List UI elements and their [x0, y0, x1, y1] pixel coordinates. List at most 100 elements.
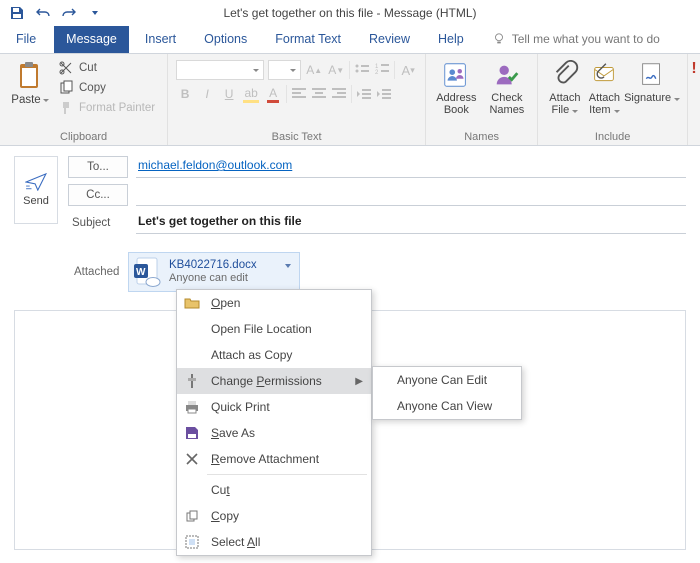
- to-field[interactable]: michael.feldon@outlook.com: [136, 156, 686, 178]
- grow-font-button[interactable]: A▲: [305, 60, 323, 80]
- save-as-icon: [183, 424, 201, 442]
- title-bar: Let's get together on this file - Messag…: [0, 0, 700, 26]
- align-right-icon[interactable]: [331, 86, 347, 102]
- paintbrush-icon: [58, 100, 74, 116]
- highlight-button[interactable]: ab: [242, 84, 260, 104]
- ctx-quick-print[interactable]: Quick Print: [177, 394, 371, 420]
- bulb-icon: [492, 32, 506, 46]
- styles-button[interactable]: A▾: [399, 60, 417, 80]
- bold-button[interactable]: B: [176, 84, 194, 104]
- align-center-icon[interactable]: [311, 86, 327, 102]
- save-icon[interactable]: [8, 4, 26, 22]
- attachment-chip[interactable]: W KB4022716.docx Anyone can edit: [128, 252, 300, 292]
- bullets-icon[interactable]: [354, 62, 370, 78]
- group-names: Address Book Check Names Names: [426, 54, 538, 145]
- attachment-context-menu: Open Open File Location Attach as Copy C…: [176, 289, 372, 556]
- attachment-filename: KB4022716.docx: [169, 259, 257, 273]
- send-icon: [25, 173, 47, 191]
- paperclip-icon: [550, 60, 580, 90]
- group-label-clipboard: Clipboard: [8, 129, 159, 143]
- attach-item-icon: [589, 60, 619, 90]
- copy-button[interactable]: Copy: [58, 80, 155, 96]
- ribbon-overflow[interactable]: !: [688, 54, 700, 145]
- priority-high-icon: !: [691, 60, 696, 78]
- address-book-button[interactable]: Address Book: [434, 58, 479, 129]
- sub-anyone-can-edit[interactable]: Anyone Can Edit: [373, 367, 521, 393]
- signature-button[interactable]: Signature: [625, 58, 679, 116]
- tab-options[interactable]: Options: [192, 26, 259, 53]
- send-button[interactable]: Send: [14, 156, 58, 224]
- italic-button[interactable]: I: [198, 84, 216, 104]
- check-names-button[interactable]: Check Names: [485, 58, 530, 129]
- underline-button[interactable]: U: [220, 84, 238, 104]
- permissions-submenu: Anyone Can Edit Anyone Can View: [372, 366, 522, 420]
- subject-field[interactable]: Let's get together on this file: [136, 212, 686, 234]
- copy-icon: [58, 80, 74, 96]
- redo-icon[interactable]: [60, 4, 78, 22]
- sub-anyone-can-view[interactable]: Anyone Can View: [373, 393, 521, 419]
- ctx-change-permissions[interactable]: Change Permissions ▶: [177, 368, 371, 394]
- tell-me-search[interactable]: Tell me what you want to do: [484, 26, 668, 53]
- ctx-select-all[interactable]: Select All: [177, 529, 371, 555]
- check-names-icon: [492, 60, 522, 90]
- slider-icon: [183, 372, 201, 390]
- ctx-cut[interactable]: Cut: [177, 477, 371, 503]
- ribbon-tabs: File Message Insert Options Format Text …: [0, 26, 700, 54]
- send-label: Send: [23, 195, 49, 207]
- ctx-open[interactable]: Open: [177, 290, 371, 316]
- tab-review[interactable]: Review: [357, 26, 422, 53]
- tab-format-text[interactable]: Format Text: [263, 26, 353, 53]
- cc-button[interactable]: Cc...: [68, 184, 128, 206]
- group-clipboard: Paste Cut Copy Format Painter Clipboard: [0, 54, 168, 145]
- scissors-icon: [58, 60, 74, 76]
- group-label-names: Names: [434, 129, 529, 143]
- x-icon: [183, 450, 201, 468]
- font-color-button[interactable]: A: [264, 84, 282, 104]
- decrease-indent-icon[interactable]: [356, 86, 372, 102]
- qat-customize-icon[interactable]: [86, 4, 104, 22]
- subject-label: Subject: [68, 217, 128, 229]
- cc-field[interactable]: [136, 184, 686, 206]
- address-book-icon: [441, 60, 471, 90]
- format-painter-button[interactable]: Format Painter: [58, 100, 155, 116]
- to-button[interactable]: To...: [68, 156, 128, 178]
- increase-indent-icon[interactable]: [376, 86, 392, 102]
- font-combo[interactable]: [176, 60, 264, 80]
- tab-insert[interactable]: Insert: [133, 26, 188, 53]
- to-value: michael.feldon@outlook.com: [138, 158, 292, 172]
- window-title: Let's get together on this file - Messag…: [223, 6, 476, 20]
- attach-item-button[interactable]: Attach Item: [586, 58, 624, 116]
- numbering-icon[interactable]: 12: [374, 62, 390, 78]
- cut-label: Cut: [79, 62, 97, 74]
- shrink-font-button[interactable]: A▼: [327, 60, 345, 80]
- check-names-label: Check Names: [489, 92, 524, 116]
- attach-file-button[interactable]: Attach File: [546, 58, 584, 116]
- tab-help[interactable]: Help: [426, 26, 476, 53]
- font-size-combo[interactable]: [268, 60, 301, 80]
- ctx-save-as[interactable]: Save As: [177, 420, 371, 446]
- printer-icon: [183, 398, 201, 416]
- quick-access-toolbar: [0, 4, 104, 22]
- paste-label: Paste: [11, 94, 40, 106]
- tab-message[interactable]: Message: [54, 26, 129, 53]
- ctx-attach-as-copy[interactable]: Attach as Copy: [177, 342, 371, 368]
- ctx-remove-attachment[interactable]: Remove Attachment: [177, 446, 371, 472]
- signature-icon: [637, 60, 667, 90]
- group-label-include: Include: [546, 129, 679, 143]
- word-doc-cloud-icon: W: [133, 256, 161, 288]
- ctx-open-file-location[interactable]: Open File Location: [177, 316, 371, 342]
- paste-button[interactable]: Paste: [8, 58, 52, 129]
- cut-button[interactable]: Cut: [58, 60, 155, 76]
- attachment-permission: Anyone can edit: [169, 272, 257, 285]
- ctx-copy[interactable]: Copy: [177, 503, 371, 529]
- tab-file[interactable]: File: [6, 26, 50, 53]
- group-basic-text: A▲ A▼ 12 A▾ B I U ab A: [168, 54, 426, 145]
- address-book-label: Address Book: [436, 92, 476, 116]
- group-include: Attach File Attach Item Signature Includ…: [538, 54, 688, 145]
- align-left-icon[interactable]: [291, 86, 307, 102]
- copy-label: Copy: [79, 82, 106, 94]
- group-label-basic-text: Basic Text: [176, 129, 417, 143]
- tell-me-label: Tell me what you want to do: [512, 32, 660, 46]
- undo-icon[interactable]: [34, 4, 52, 22]
- chevron-down-icon[interactable]: [285, 257, 295, 267]
